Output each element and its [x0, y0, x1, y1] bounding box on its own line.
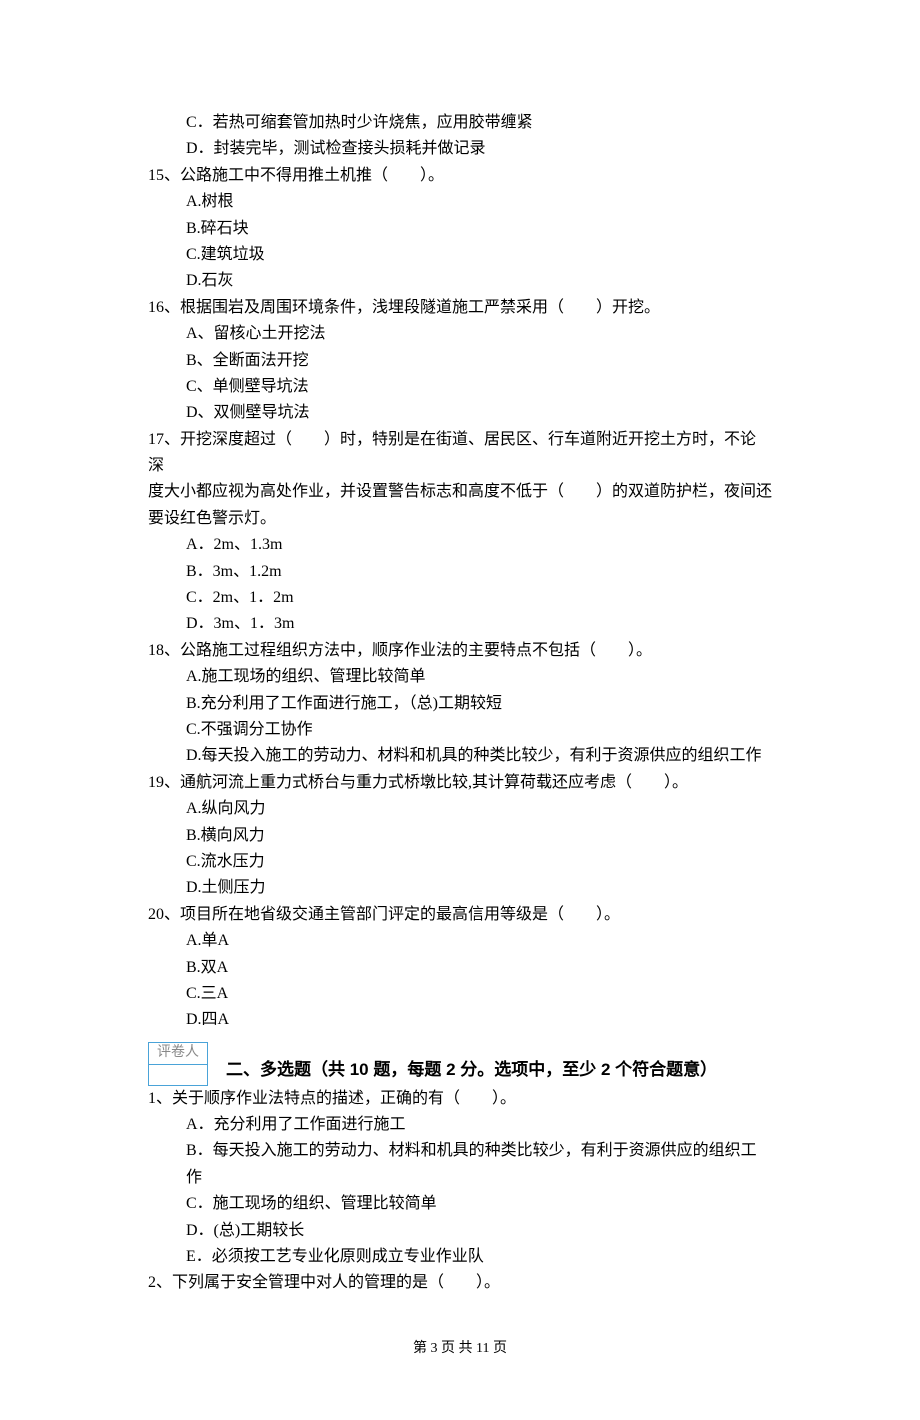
q15-option-b: B.碎石块 [148, 216, 772, 242]
q19-option-c: C.流水压力 [148, 849, 772, 875]
q17-stem-line2: 度大小都应视为高处作业，并设置警告标志和高度不低于（ ）的双道防护栏，夜间还 [148, 479, 772, 505]
q18-option-b: B.充分利用了工作面进行施工，（总)工期较短 [148, 691, 772, 717]
m1-option-b: B．每天投入施工的劳动力、材料和机具的种类比较少，有利于资源供应的组织工作 [148, 1138, 772, 1191]
q16-stem: 16、根据围岩及周围环境条件，浅埋段隧道施工严禁采用（ ）开挖。 [148, 295, 772, 321]
page-footer: 第 3 页 共 11 页 [148, 1337, 772, 1360]
q15-stem: 15、公路施工中不得用推土机推（ ）。 [148, 163, 772, 189]
section-2-title: 二、多选题（共 10 题，每题 2 分。选项中，至少 2 个符合题意） [226, 1056, 717, 1086]
scorer-blank [148, 1064, 208, 1086]
q15-option-a: A.树根 [148, 189, 772, 215]
m1-option-d: D．(总)工期较长 [148, 1218, 772, 1244]
q16-option-d: D、双侧壁导坑法 [148, 400, 772, 426]
q18-stem: 18、公路施工过程组织方法中，顺序作业法的主要特点不包括（ ）。 [148, 638, 772, 664]
q17-stem-line1: 17、开挖深度超过（ ）时，特别是在街道、居民区、行车道附近开挖土方时，不论 深 [148, 427, 772, 480]
q17-option-c: C．2m、1．2m [148, 585, 772, 611]
q17-option-a: A．2m、1.3m [148, 532, 772, 558]
q16-option-c: C、单侧壁导坑法 [148, 374, 772, 400]
scorer-label: 评卷人 [148, 1042, 208, 1064]
q17-option-b: B．3m、1.2m [148, 559, 772, 585]
q18-option-a: A.施工现场的组织、管理比较简单 [148, 664, 772, 690]
q14-option-d: D．封装完毕，测试检查接头损耗并做记录 [148, 136, 772, 162]
q16-option-b: B、全断面法开挖 [148, 348, 772, 374]
q20-stem: 20、项目所在地省级交通主管部门评定的最高信用等级是（ ）。 [148, 902, 772, 928]
m2-stem: 2、下列属于安全管理中对人的管理的是（ ）。 [148, 1270, 772, 1296]
q20-option-a: A.单A [148, 928, 772, 954]
m1-stem: 1、关于顺序作业法特点的描述，正确的有（ ）。 [148, 1086, 772, 1112]
q17-stem-line3: 要设红色警示灯。 [148, 506, 772, 532]
q14-option-c: C．若热可缩套管加热时少许烧焦，应用胶带缠紧 [148, 110, 772, 136]
q20-option-d: D.四A [148, 1007, 772, 1033]
m1-option-e: E．必须按工艺专业化原则成立专业作业队 [148, 1244, 772, 1270]
m1-option-a: A．充分利用了工作面进行施工 [148, 1112, 772, 1138]
q19-stem: 19、通航河流上重力式桥台与重力式桥墩比较,其计算荷载还应考虑（ ）。 [148, 770, 772, 796]
m1-option-c: C．施工现场的组织、管理比较简单 [148, 1191, 772, 1217]
q20-option-b: B.双A [148, 955, 772, 981]
q15-option-d: D.石灰 [148, 268, 772, 294]
q16-option-a: A、留核心土开挖法 [148, 321, 772, 347]
scorer-box: 评卷人 [148, 1042, 208, 1086]
q20-option-c: C.三A [148, 981, 772, 1007]
q18-option-d: D.每天投入施工的劳动力、材料和机具的种类比较少，有利于资源供应的组织工作 [148, 743, 772, 769]
q15-option-c: C.建筑垃圾 [148, 242, 772, 268]
q19-option-a: A.纵向风力 [148, 796, 772, 822]
q19-option-d: D.土侧压力 [148, 875, 772, 901]
q18-option-c: C.不强调分工协作 [148, 717, 772, 743]
q19-option-b: B.横向风力 [148, 823, 772, 849]
q17-option-d: D．3m、1．3m [148, 611, 772, 637]
